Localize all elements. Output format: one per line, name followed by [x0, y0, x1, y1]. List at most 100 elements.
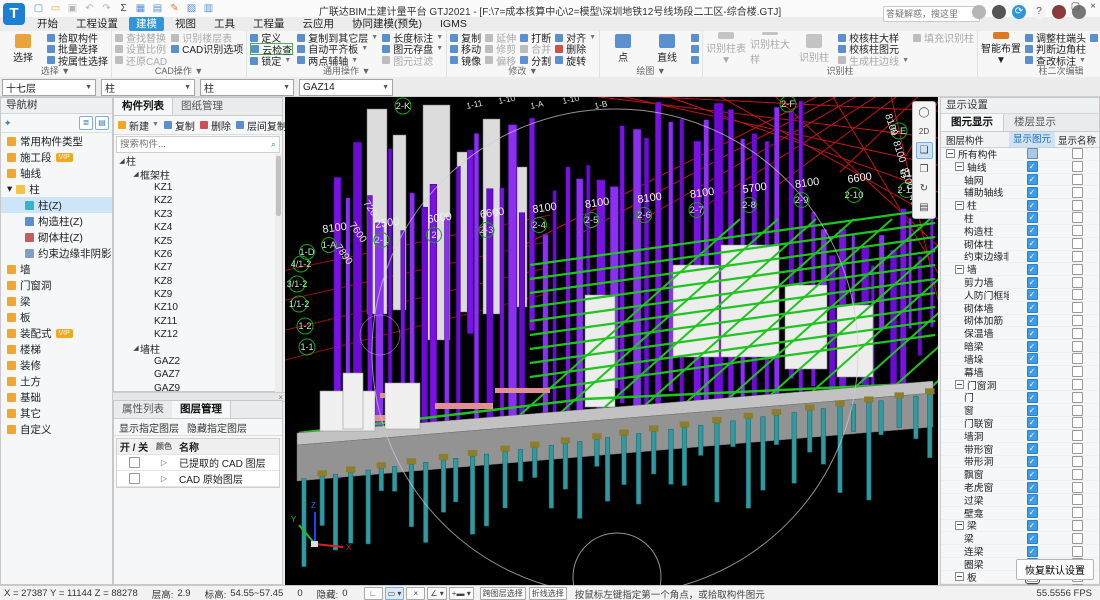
- show-name-checkbox[interactable]: [1071, 174, 1083, 186]
- collapse-icon[interactable]: [955, 520, 964, 530]
- layers-icon[interactable]: ▤: [151, 2, 164, 15]
- sidebar-item-其它[interactable]: 其它: [1, 405, 112, 421]
- table-icon[interactable]: ▦: [134, 2, 147, 15]
- undo-icon[interactable]: ↶: [83, 2, 96, 15]
- ribbon-button-选择[interactable]: 选择: [3, 32, 43, 66]
- reset-defaults-button[interactable]: 恢复默认设置: [1016, 559, 1094, 580]
- show-name-checkbox[interactable]: [1071, 481, 1083, 493]
- tree-item-柱[interactable]: ◢ 柱: [114, 154, 282, 168]
- box-icon[interactable]: ❐: [916, 161, 933, 178]
- show-element-checkbox[interactable]: ✓: [1026, 225, 1038, 237]
- show-element-checkbox[interactable]: ✓: [1026, 507, 1038, 519]
- tab-属性列表[interactable]: 属性列表: [114, 401, 172, 418]
- show-element-checkbox[interactable]: ✓: [1026, 276, 1038, 288]
- minimize-button[interactable]: –: [1055, 0, 1061, 14]
- append-button[interactable]: +▬ ▾: [448, 587, 474, 600]
- help-search-input[interactable]: [884, 9, 972, 19]
- component-search-input[interactable]: [117, 139, 271, 150]
- sidebar-item-柱(Z)[interactable]: 柱(Z): [1, 197, 112, 213]
- help-search-box[interactable]: ⌕: [883, 6, 980, 22]
- sidebar-item-约束边缘非阴影区(Z)[interactable]: 约束边缘非阴影区(Z): [1, 245, 112, 261]
- show-element-checkbox[interactable]: ✓: [1026, 417, 1038, 429]
- show-name-checkbox[interactable]: [1071, 404, 1083, 416]
- sidebar-item-梁[interactable]: 梁: [1, 293, 112, 309]
- show-name-checkbox[interactable]: [1071, 443, 1083, 455]
- show-element-checkbox[interactable]: [1026, 148, 1038, 160]
- tab-图元显示[interactable]: 图元显示: [941, 114, 1004, 131]
- show-element-checkbox[interactable]: ✓: [1026, 443, 1038, 455]
- sidebar-item-轴线[interactable]: 轴线: [1, 165, 112, 181]
- tree-item-墙柱[interactable]: ◢ 墙柱: [114, 341, 282, 356]
- show-name-checkbox[interactable]: [1071, 494, 1083, 506]
- show-element-checkbox[interactable]: ✓: [1026, 404, 1038, 416]
- grid-icon[interactable]: ▨: [185, 2, 198, 15]
- ribbon-group-label[interactable]: 通用操作 ▼: [247, 64, 446, 77]
- tree-item-KZ1[interactable]: KZ1: [114, 181, 282, 194]
- model-viewport[interactable]: ◯ 2D ❏ ❐ ↻ ▤ 8100 2500 6000 6600 8100 8100 8100 8100…: [276, 84, 1100, 600]
- show-name-checkbox[interactable]: [1071, 199, 1083, 211]
- 2d-icon[interactable]: 2D: [916, 123, 933, 140]
- cube-icon[interactable]: ❏: [915, 142, 933, 159]
- collapse-icon[interactable]: [946, 149, 955, 159]
- show-element-checkbox[interactable]: ✓: [1026, 186, 1038, 198]
- show-name-checkbox[interactable]: [1071, 532, 1083, 544]
- ribbon-group-label[interactable]: CAD操作 ▼: [112, 64, 246, 77]
- show-name-checkbox[interactable]: [1071, 366, 1083, 378]
- polyline-select-button[interactable]: 折线选择: [528, 587, 567, 600]
- show-element-checkbox[interactable]: ✓: [1026, 212, 1038, 224]
- orbit-icon[interactable]: ◯: [916, 104, 933, 121]
- ribbon-item-设置斜柱[interactable]: 设置斜柱: [1090, 32, 1100, 43]
- show-name-checkbox[interactable]: [1071, 148, 1083, 160]
- tab-云应用[interactable]: 云应用: [296, 17, 342, 31]
- tree-item-框架柱[interactable]: ◢ 框架柱: [114, 167, 282, 182]
- toolbar-button-新建[interactable]: 新建 ▼: [118, 119, 159, 133]
- show-name-checkbox[interactable]: [1071, 468, 1083, 480]
- show-element-checkbox[interactable]: ✓: [1026, 379, 1038, 391]
- sidebar-item-构造柱(Z)[interactable]: 构造柱(Z): [1, 213, 112, 229]
- tree-item-KZ8[interactable]: KZ8: [114, 275, 282, 288]
- layer-checkbox[interactable]: [128, 456, 140, 468]
- sidebar-item-装修[interactable]: 装修: [1, 357, 112, 373]
- sidebar-item-柱[interactable]: ▾ 柱: [1, 181, 112, 197]
- show-name-checkbox[interactable]: [1071, 302, 1083, 314]
- cross-button[interactable]: ×: [406, 587, 426, 600]
- show-name-checkbox[interactable]: [1071, 430, 1083, 442]
- show-element-checkbox[interactable]: ✓: [1026, 250, 1038, 262]
- show-name-checkbox[interactable]: [1071, 455, 1083, 467]
- sidebar-item-墙[interactable]: 墙: [1, 261, 112, 277]
- ribbon-button-识别柱大样[interactable]: 识别柱大样: [750, 32, 790, 66]
- restore-button[interactable]: ▢: [1071, 0, 1080, 14]
- show-element-checkbox[interactable]: ✓: [1026, 174, 1038, 186]
- sidebar-item-基础[interactable]: 基础: [1, 389, 112, 405]
- ribbon-group-label[interactable]: 绘图 ▼: [600, 64, 702, 77]
- show-element-checkbox[interactable]: ✓: [1026, 161, 1038, 173]
- ribbon-item-弧[interactable]: [691, 32, 700, 43]
- show-element-checkbox[interactable]: ✓: [1026, 494, 1038, 506]
- expander-icon[interactable]: ◢: [132, 344, 140, 352]
- expander-icon[interactable]: ◢: [132, 170, 140, 178]
- sidebar-item-楼梯[interactable]: 楼梯: [1, 341, 112, 357]
- component-search-box[interactable]: ⌕: [116, 136, 280, 153]
- sidebar-item-门窗洞[interactable]: 门窗洞: [1, 277, 112, 293]
- ribbon-button-直线[interactable]: 直线: [647, 32, 687, 66]
- tree-item-KZ2[interactable]: KZ2: [114, 194, 282, 207]
- ribbon-item-填充识别柱[interactable]: 填充识别柱: [913, 32, 974, 45]
- show-name-checkbox[interactable]: [1071, 276, 1083, 288]
- tree-item-KZ7[interactable]: KZ7: [114, 261, 282, 274]
- tab-开始[interactable]: 开始: [30, 17, 65, 31]
- sidebar-item-板[interactable]: 板: [1, 309, 112, 325]
- show-element-checkbox[interactable]: ✓: [1026, 289, 1038, 301]
- redo-icon[interactable]: ↷: [100, 2, 113, 15]
- calc-icon[interactable]: ▥: [202, 2, 215, 15]
- show-element-checkbox[interactable]: ✓: [1026, 468, 1038, 480]
- show-name-checkbox[interactable]: [1071, 391, 1083, 403]
- close-button[interactable]: ×: [1090, 0, 1096, 14]
- show-name-checkbox[interactable]: [1071, 238, 1083, 250]
- tree-item-KZ4[interactable]: KZ4: [114, 221, 282, 234]
- ribbon-button-智能布置[interactable]: 智能布置 ▼: [981, 32, 1021, 66]
- tab-构件列表[interactable]: 构件列表: [114, 98, 173, 115]
- tab-图纸管理[interactable]: 图纸管理: [173, 98, 231, 115]
- tree-item-KZ6[interactable]: KZ6: [114, 248, 282, 261]
- sidebar-item-施工段[interactable]: 施工段 VIP: [1, 149, 112, 165]
- cross-layer-select-button[interactable]: 跨图层选择: [479, 587, 526, 600]
